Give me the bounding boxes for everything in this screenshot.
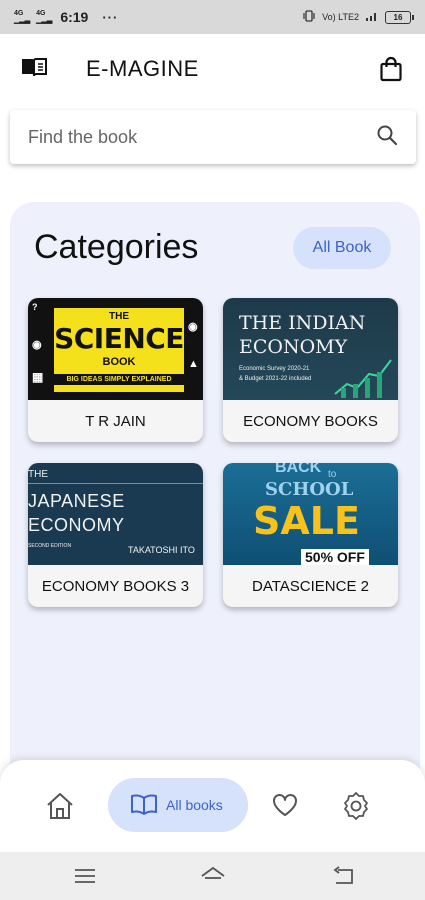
system-navigation-bar <box>0 852 425 900</box>
cover-text: THE <box>28 469 48 480</box>
category-card-label: ECONOMY BOOKS 3 <box>41 577 190 595</box>
category-card-label: T R JAIN <box>85 412 146 430</box>
battery-icon: 16 <box>385 10 414 24</box>
all-book-button[interactable]: All Book <box>293 227 391 269</box>
shopping-bag-icon[interactable] <box>377 55 405 83</box>
category-card-economy-books[interactable]: THE INDIAN ECONOMY Economic Survey 2020-… <box>223 298 398 442</box>
cover-text: THE INDIAN <box>239 312 366 334</box>
categories-title: Categories <box>34 228 199 266</box>
signal-bars-icon <box>365 10 379 24</box>
cover-text: SECOND EDITION <box>28 543 72 549</box>
cover-text: BIG IDEAS SIMPLY EXPLAINED <box>54 374 184 385</box>
cover-text: ECONOMY <box>239 336 348 358</box>
heart-icon[interactable] <box>271 792 299 820</box>
category-card-economy-books-3[interactable]: THE JAPANESE ECONOMY SECOND EDITION TAKA… <box>28 463 203 607</box>
category-card-label: DATASCIENCE 2 <box>252 577 369 595</box>
network-label: Vo) LTE2 <box>322 12 359 22</box>
category-card-t-r-jain[interactable]: ? ◉ ▦ ◉ ▲ THE SCIENCE BOOK BIG IDEAS SIM… <box>28 298 203 442</box>
signal-indicator-1: 4G ▁▂▃ <box>14 10 31 24</box>
category-card-label: ECONOMY BOOKS <box>243 412 378 430</box>
search-bar <box>10 110 416 164</box>
book-cover-indian-economy: THE INDIAN ECONOMY Economic Survey 2020-… <box>223 298 398 400</box>
back-icon[interactable] <box>330 864 356 888</box>
vibrate-icon <box>302 9 316 25</box>
book-cover-japanese-economy: THE JAPANESE ECONOMY SECOND EDITION TAKA… <box>28 463 203 565</box>
cover-text: JAPANESE <box>28 491 125 511</box>
cover-text: & Budget 2021-22 included <box>239 376 312 382</box>
cover-text: BOOK <box>102 356 136 368</box>
app-bar: E-MAGINE <box>0 34 425 104</box>
notification-overflow-icon: ··· <box>102 9 119 25</box>
cover-text: SALE <box>253 499 360 543</box>
cover-text: THE <box>109 311 129 322</box>
nav-all-books-label: All books <box>166 797 223 813</box>
growth-chart-icon <box>334 359 392 398</box>
categories-panel: Categories All Book ? ◉ ▦ ◉ ▲ THE SCIENC… <box>10 202 420 802</box>
open-book-icon <box>130 792 158 819</box>
home-button-icon[interactable] <box>199 864 225 888</box>
cover-text: Economic Survey 2020-21 <box>239 366 310 372</box>
bottom-navigation: All books <box>0 760 425 852</box>
search-icon[interactable] <box>376 124 398 151</box>
recent-apps-icon[interactable] <box>72 864 98 888</box>
cover-text: SCIENCE <box>54 322 184 355</box>
book-cover-science: ? ◉ ▦ ◉ ▲ THE SCIENCE BOOK BIG IDEAS SIM… <box>28 298 203 400</box>
nav-all-books[interactable]: All books <box>108 778 248 832</box>
cover-text: BACK <box>275 463 322 476</box>
status-bar: 4G ▁▂▃ 4G ▁▂▃ 6:19 ··· Vo) LTE2 16 <box>0 0 425 34</box>
book-cover-back-to-school: BACK to SCHOOL SALE 50% OFF <box>223 463 398 565</box>
home-icon[interactable] <box>44 790 76 822</box>
cover-text: ECONOMY <box>28 515 125 535</box>
category-card-datascience-2[interactable]: BACK to SCHOOL SALE 50% OFF DATASCIENCE … <box>223 463 398 607</box>
cover-text: TAKATOSHI ITO <box>128 545 195 555</box>
cover-text: SCHOOL <box>265 479 354 500</box>
app-title: E-MAGINE <box>86 56 199 81</box>
settings-icon[interactable] <box>340 790 372 822</box>
search-input[interactable] <box>28 126 376 148</box>
cover-text: 50% OFF <box>301 549 369 565</box>
status-time: 6:19 <box>60 9 89 25</box>
book-menu-icon[interactable] <box>20 55 48 84</box>
signal-indicator-2: 4G ▁▂▃ <box>36 10 53 24</box>
battery-level: 16 <box>393 12 403 22</box>
